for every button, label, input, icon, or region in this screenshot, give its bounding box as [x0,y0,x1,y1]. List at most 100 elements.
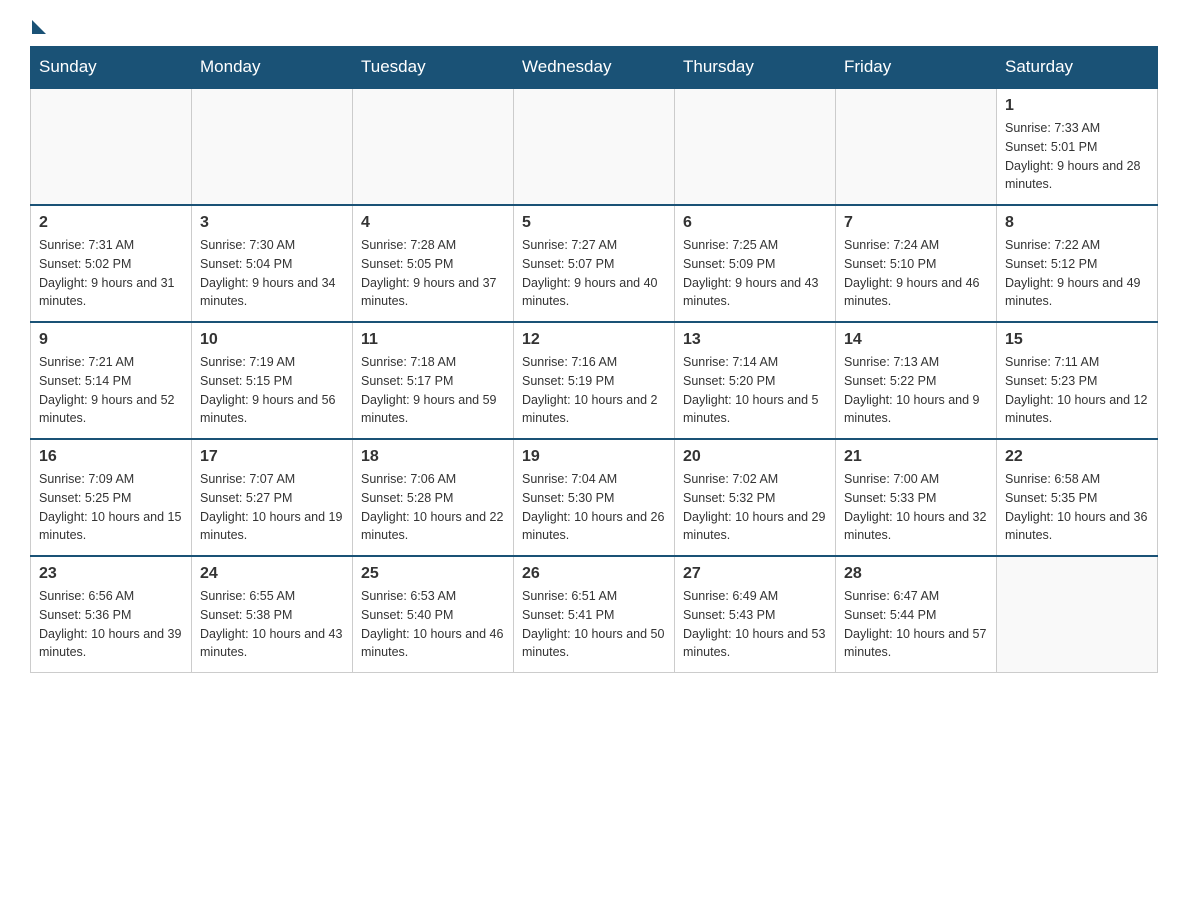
calendar-week-5: 23 Sunrise: 6:56 AMSunset: 5:36 PMDayligh… [31,556,1158,673]
calendar-body: 1 Sunrise: 7:33 AMSunset: 5:01 PMDaylight… [31,88,1158,673]
calendar-cell: 13 Sunrise: 7:14 AMSunset: 5:20 PMDayligh… [675,322,836,439]
logo-arrow-icon [32,20,46,34]
calendar-cell: 2 Sunrise: 7:31 AMSunset: 5:02 PMDaylight… [31,205,192,322]
day-number: 21 [844,448,988,466]
day-info: Sunrise: 7:33 AMSunset: 5:01 PMDaylight:… [1005,119,1149,194]
calendar-cell [997,556,1158,673]
day-info: Sunrise: 7:31 AMSunset: 5:02 PMDaylight:… [39,236,183,311]
day-number: 25 [361,565,505,583]
day-info: Sunrise: 7:09 AMSunset: 5:25 PMDaylight:… [39,470,183,545]
calendar-cell [836,88,997,205]
day-number: 26 [522,565,666,583]
calendar-cell: 7 Sunrise: 7:24 AMSunset: 5:10 PMDaylight… [836,205,997,322]
day-number: 1 [1005,97,1149,115]
day-info: Sunrise: 7:30 AMSunset: 5:04 PMDaylight:… [200,236,344,311]
day-info: Sunrise: 6:47 AMSunset: 5:44 PMDaylight:… [844,587,988,662]
day-number: 19 [522,448,666,466]
day-info: Sunrise: 7:21 AMSunset: 5:14 PMDaylight:… [39,353,183,428]
calendar-cell: 21 Sunrise: 7:00 AMSunset: 5:33 PMDayligh… [836,439,997,556]
day-number: 16 [39,448,183,466]
calendar-cell: 18 Sunrise: 7:06 AMSunset: 5:28 PMDayligh… [353,439,514,556]
calendar-cell: 17 Sunrise: 7:07 AMSunset: 5:27 PMDayligh… [192,439,353,556]
day-info: Sunrise: 7:27 AMSunset: 5:07 PMDaylight:… [522,236,666,311]
calendar-header: SundayMondayTuesdayWednesdayThursdayFrid… [31,47,1158,89]
day-info: Sunrise: 7:13 AMSunset: 5:22 PMDaylight:… [844,353,988,428]
day-info: Sunrise: 7:16 AMSunset: 5:19 PMDaylight:… [522,353,666,428]
calendar-cell: 6 Sunrise: 7:25 AMSunset: 5:09 PMDaylight… [675,205,836,322]
day-number: 28 [844,565,988,583]
header-day-sunday: Sunday [31,47,192,89]
logo [30,20,46,26]
day-info: Sunrise: 7:28 AMSunset: 5:05 PMDaylight:… [361,236,505,311]
page-header [30,20,1158,26]
calendar-cell: 3 Sunrise: 7:30 AMSunset: 5:04 PMDaylight… [192,205,353,322]
day-number: 15 [1005,331,1149,349]
day-number: 9 [39,331,183,349]
day-info: Sunrise: 6:56 AMSunset: 5:36 PMDaylight:… [39,587,183,662]
calendar-cell: 27 Sunrise: 6:49 AMSunset: 5:43 PMDayligh… [675,556,836,673]
day-info: Sunrise: 7:06 AMSunset: 5:28 PMDaylight:… [361,470,505,545]
calendar-cell: 1 Sunrise: 7:33 AMSunset: 5:01 PMDaylight… [997,88,1158,205]
calendar-cell: 28 Sunrise: 6:47 AMSunset: 5:44 PMDayligh… [836,556,997,673]
day-info: Sunrise: 7:24 AMSunset: 5:10 PMDaylight:… [844,236,988,311]
header-day-friday: Friday [836,47,997,89]
day-info: Sunrise: 7:07 AMSunset: 5:27 PMDaylight:… [200,470,344,545]
day-info: Sunrise: 6:58 AMSunset: 5:35 PMDaylight:… [1005,470,1149,545]
calendar-cell [353,88,514,205]
day-number: 5 [522,214,666,232]
header-day-saturday: Saturday [997,47,1158,89]
day-info: Sunrise: 7:22 AMSunset: 5:12 PMDaylight:… [1005,236,1149,311]
day-number: 7 [844,214,988,232]
day-number: 24 [200,565,344,583]
calendar-cell [675,88,836,205]
calendar-cell: 15 Sunrise: 7:11 AMSunset: 5:23 PMDayligh… [997,322,1158,439]
calendar-table: SundayMondayTuesdayWednesdayThursdayFrid… [30,46,1158,673]
calendar-cell: 26Sunrise: 6:51 AMSunset: 5:41 PMDayligh… [514,556,675,673]
calendar-week-4: 16 Sunrise: 7:09 AMSunset: 5:25 PMDayligh… [31,439,1158,556]
header-row: SundayMondayTuesdayWednesdayThursdayFrid… [31,47,1158,89]
day-info: Sunrise: 7:25 AMSunset: 5:09 PMDaylight:… [683,236,827,311]
calendar-week-3: 9 Sunrise: 7:21 AMSunset: 5:14 PMDaylight… [31,322,1158,439]
day-info: Sunrise: 7:18 AMSunset: 5:17 PMDaylight:… [361,353,505,428]
day-number: 18 [361,448,505,466]
calendar-cell: 12 Sunrise: 7:16 AMSunset: 5:19 PMDayligh… [514,322,675,439]
day-number: 14 [844,331,988,349]
calendar-cell: 9 Sunrise: 7:21 AMSunset: 5:14 PMDaylight… [31,322,192,439]
calendar-cell: 11 Sunrise: 7:18 AMSunset: 5:17 PMDayligh… [353,322,514,439]
calendar-cell: 24 Sunrise: 6:55 AMSunset: 5:38 PMDayligh… [192,556,353,673]
day-info: Sunrise: 7:19 AMSunset: 5:15 PMDaylight:… [200,353,344,428]
day-number: 11 [361,331,505,349]
calendar-cell: 5 Sunrise: 7:27 AMSunset: 5:07 PMDaylight… [514,205,675,322]
day-info: Sunrise: 7:11 AMSunset: 5:23 PMDaylight:… [1005,353,1149,428]
calendar-cell [192,88,353,205]
calendar-cell: 8 Sunrise: 7:22 AMSunset: 5:12 PMDaylight… [997,205,1158,322]
day-number: 3 [200,214,344,232]
day-number: 13 [683,331,827,349]
day-info: Sunrise: 7:14 AMSunset: 5:20 PMDaylight:… [683,353,827,428]
day-number: 8 [1005,214,1149,232]
day-number: 10 [200,331,344,349]
calendar-cell: 20 Sunrise: 7:02 AMSunset: 5:32 PMDayligh… [675,439,836,556]
day-number: 2 [39,214,183,232]
calendar-cell: 22 Sunrise: 6:58 AMSunset: 5:35 PMDayligh… [997,439,1158,556]
calendar-cell: 10 Sunrise: 7:19 AMSunset: 5:15 PMDayligh… [192,322,353,439]
day-info: Sunrise: 6:53 AMSunset: 5:40 PMDaylight:… [361,587,505,662]
day-number: 20 [683,448,827,466]
day-number: 12 [522,331,666,349]
day-info: Sunrise: 7:00 AMSunset: 5:33 PMDaylight:… [844,470,988,545]
day-info: Sunrise: 7:02 AMSunset: 5:32 PMDaylight:… [683,470,827,545]
calendar-cell: 19 Sunrise: 7:04 AMSunset: 5:30 PMDayligh… [514,439,675,556]
calendar-cell: 14 Sunrise: 7:13 AMSunset: 5:22 PMDayligh… [836,322,997,439]
calendar-cell: 23 Sunrise: 6:56 AMSunset: 5:36 PMDayligh… [31,556,192,673]
day-number: 27 [683,565,827,583]
calendar-cell [31,88,192,205]
day-info: Sunrise: 6:55 AMSunset: 5:38 PMDaylight:… [200,587,344,662]
day-number: 23 [39,565,183,583]
day-number: 17 [200,448,344,466]
day-number: 22 [1005,448,1149,466]
header-day-monday: Monday [192,47,353,89]
day-number: 6 [683,214,827,232]
day-info: Sunrise: 6:49 AMSunset: 5:43 PMDaylight:… [683,587,827,662]
day-info: Sunrise: 7:04 AMSunset: 5:30 PMDaylight:… [522,470,666,545]
header-day-tuesday: Tuesday [353,47,514,89]
